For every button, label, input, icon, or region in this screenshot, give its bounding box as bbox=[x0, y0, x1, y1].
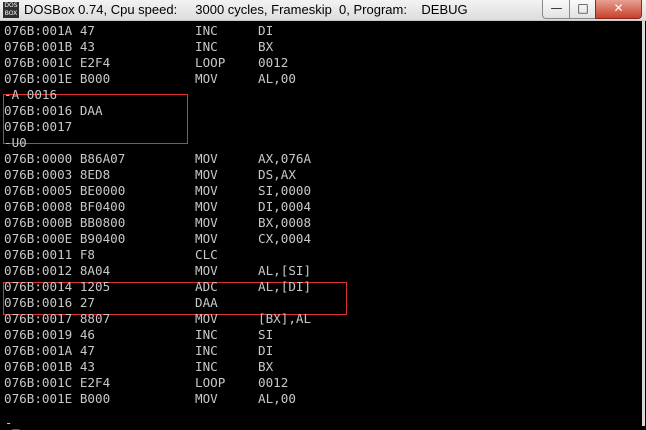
window-title: DOSBox 0.74, Cpu speed: 3000 cycles, Fra… bbox=[24, 2, 468, 17]
operands: AL,00 bbox=[258, 391, 296, 406]
address-bytes: -U0 bbox=[4, 135, 27, 150]
console-line: 076B:0003 8ED8 MOV DS,AX bbox=[4, 167, 604, 183]
operands: DI,0004 bbox=[258, 199, 312, 214]
console-line: 076B:0016 27 DAA bbox=[4, 295, 604, 311]
dos-console[interactable]: -_ 076B:001A 47 INC DI 076B:001B 43 INC BX 076… bbox=[1, 21, 645, 430]
address-bytes: 076B:0019 46 bbox=[4, 327, 95, 342]
console-line: -U0 bbox=[4, 135, 604, 151]
operands: SI,0000 bbox=[258, 183, 312, 198]
console-line: -A 0016 bbox=[4, 87, 604, 103]
minimize-button[interactable]: — bbox=[542, 0, 571, 19]
console-line: 076B:0011 F8 CLC bbox=[4, 247, 604, 263]
console-line: 076B:001A 47 INC DI bbox=[4, 343, 604, 359]
address-bytes: 076B:0008 BF0400 bbox=[4, 199, 126, 214]
address-bytes: 076B:001B 43 bbox=[4, 359, 95, 374]
mnemonic: MOV bbox=[195, 183, 218, 198]
console-line: 076B:0005 BE0000 MOV SI,0000 bbox=[4, 183, 604, 199]
address-bytes: 076B:001C E2F4 bbox=[4, 375, 111, 390]
console-line: 076B:0016 DAA bbox=[4, 103, 604, 119]
operands: BX bbox=[258, 39, 274, 54]
mnemonic: LOOP bbox=[195, 375, 226, 390]
address-bytes: 076B:001E B000 bbox=[4, 71, 111, 86]
address-bytes: -A 0016 bbox=[4, 87, 58, 102]
mnemonic: LOOP bbox=[195, 55, 226, 70]
mnemonic: MOV bbox=[195, 71, 218, 86]
operands: CX,0004 bbox=[258, 231, 312, 246]
mnemonic: INC bbox=[195, 359, 218, 374]
console-line: 076B:001A 47 INC DI bbox=[4, 23, 604, 39]
maximize-button[interactable]: □ bbox=[569, 0, 597, 19]
operands: AX,076A bbox=[258, 151, 312, 166]
title-bar[interactable]: DOS BOX DOSBox 0.74, Cpu speed: 3000 cyc… bbox=[0, 0, 646, 21]
address-bytes: 076B:0005 BE0000 bbox=[4, 183, 126, 198]
operands: DI bbox=[258, 343, 274, 358]
mnemonic: MOV bbox=[195, 215, 218, 230]
address-bytes: 076B:001B 43 bbox=[4, 39, 95, 54]
console-line: 076B:000E B90400 MOV CX,0004 bbox=[4, 231, 604, 247]
mnemonic: CLC bbox=[195, 247, 218, 262]
mnemonic: ADC bbox=[195, 279, 218, 294]
address-bytes: 076B:000E B90400 bbox=[4, 231, 126, 246]
console-line: 076B:001C E2F4 LOOP 0012 bbox=[4, 55, 604, 71]
console-line: 076B:0008 BF0400 MOV DI,0004 bbox=[4, 199, 604, 215]
mnemonic: INC bbox=[195, 23, 218, 38]
operands: AL,[DI] bbox=[258, 279, 312, 294]
address-bytes: 076B:0011 F8 bbox=[4, 247, 95, 262]
operands: 0012 bbox=[258, 375, 289, 390]
address-bytes: 076B:001E B000 bbox=[4, 391, 111, 406]
address-bytes: 076B:001C E2F4 bbox=[4, 55, 111, 70]
operands: [BX],AL bbox=[258, 311, 312, 326]
console-line: 076B:0012 8A04 MOV AL,[SI] bbox=[4, 263, 604, 279]
mnemonic: MOV bbox=[195, 167, 218, 182]
console-line: 076B:0017 8807 MOV [BX],AL bbox=[4, 311, 604, 327]
operands: BX,0008 bbox=[258, 215, 312, 230]
dosbox-app-icon[interactable]: DOS BOX bbox=[3, 2, 19, 18]
mnemonic: MOV bbox=[195, 263, 218, 278]
mnemonic: INC bbox=[195, 327, 218, 342]
operands: AL,00 bbox=[258, 71, 296, 86]
console-line: 076B:0019 46 INC SI bbox=[4, 327, 604, 343]
operands: BX bbox=[258, 359, 274, 374]
console-line: 076B:0014 1205 ADC AL,[DI] bbox=[4, 279, 604, 295]
dosbox-window: DOS BOX DOSBox 0.74, Cpu speed: 3000 cyc… bbox=[0, 0, 646, 430]
mnemonic: INC bbox=[195, 39, 218, 54]
console-line: 076B:0017 bbox=[4, 119, 604, 135]
address-bytes: 076B:0016 DAA bbox=[4, 103, 103, 118]
console-line: 076B:001B 43 INC BX bbox=[4, 359, 604, 375]
address-bytes: 076B:0000 B86A07 bbox=[4, 151, 126, 166]
mnemonic: MOV bbox=[195, 151, 218, 166]
address-bytes: 076B:0014 1205 bbox=[4, 279, 111, 294]
address-bytes: 076B:000B BB0800 bbox=[4, 215, 126, 230]
address-bytes: 076B:0003 8ED8 bbox=[4, 167, 111, 182]
operands: DS,AX bbox=[258, 167, 296, 182]
console-line: 076B:001E B000 MOV AL,00 bbox=[4, 391, 604, 407]
mnemonic: DAA bbox=[195, 295, 218, 310]
address-bytes: 076B:001A 47 bbox=[4, 23, 95, 38]
operands: SI bbox=[258, 327, 274, 342]
address-bytes: 076B:0017 8807 bbox=[4, 311, 111, 326]
console-line: 076B:000B BB0800 MOV BX,0008 bbox=[4, 215, 604, 231]
operands: DI bbox=[258, 23, 274, 38]
console-line: 076B:0000 B86A07 MOV AX,076A bbox=[4, 151, 604, 167]
address-bytes: 076B:001A 47 bbox=[4, 343, 95, 358]
mnemonic: MOV bbox=[195, 311, 218, 326]
operands: AL,[SI] bbox=[258, 263, 312, 278]
operands: 0012 bbox=[258, 55, 289, 70]
console-line: 076B:001C E2F4 LOOP 0012 bbox=[4, 375, 604, 391]
mnemonic: MOV bbox=[195, 391, 218, 406]
console-line: 076B:001B 43 INC BX bbox=[4, 39, 604, 55]
address-bytes: 076B:0012 8A04 bbox=[4, 263, 111, 278]
address-bytes: 076B:0017 bbox=[4, 119, 73, 134]
mnemonic: INC bbox=[195, 343, 218, 358]
address-bytes: 076B:0016 27 bbox=[4, 295, 95, 310]
mnemonic: MOV bbox=[195, 231, 218, 246]
console-line: 076B:001E B000 MOV AL,00 bbox=[4, 71, 604, 87]
close-button[interactable]: ✕ bbox=[595, 0, 642, 19]
mnemonic: MOV bbox=[195, 199, 218, 214]
